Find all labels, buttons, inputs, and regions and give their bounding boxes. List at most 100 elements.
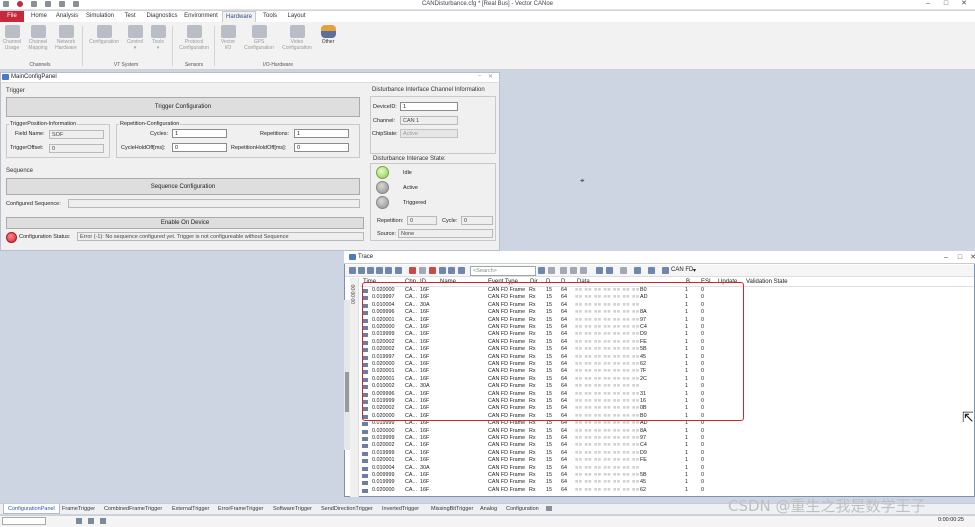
table-row[interactable]: 0.019999 CA... 16F CAN FD Frame Rx 15 64 ■■ ■■ … — [362, 420, 974, 427]
cell-chn: CA... — [405, 479, 417, 486]
repetition-holdoff-input[interactable]: 0 — [294, 143, 349, 152]
tab-analysis[interactable]: Analysis — [53, 11, 81, 22]
tab-menu-icon[interactable] — [546, 506, 552, 511]
channel-label: Channel: — [373, 118, 396, 124]
columns-icon[interactable] — [606, 267, 613, 274]
other-button[interactable]: Other — [318, 25, 338, 45]
tab-tools[interactable]: Tools — [259, 11, 281, 22]
status-icon[interactable] — [76, 518, 82, 524]
cycles-input[interactable]: 1 — [172, 129, 227, 138]
table-row[interactable]: 0.019999 CA... 16F CAN FD Frame Rx 15 64 ■■ ■■ … — [362, 479, 974, 486]
trace-abs-icon[interactable] — [439, 267, 446, 274]
gps-configuration-button[interactable]: GPS Configuration — [242, 25, 276, 51]
close-button[interactable]: ✕ — [957, 0, 971, 8]
vt-tools-button[interactable]: Tools ▾ — [148, 25, 168, 51]
tab-diagnostics[interactable]: Diagnostics — [144, 11, 180, 22]
control-button[interactable]: Control ▾ — [124, 25, 146, 51]
scrollbar-thumb[interactable] — [345, 372, 349, 412]
cell-dir: Rx — [529, 427, 536, 434]
trace-pause-icon[interactable] — [385, 267, 392, 274]
tab-home[interactable]: Home — [28, 11, 50, 22]
trigger-offset-field[interactable]: 0 — [49, 144, 104, 153]
trace-close-button[interactable]: ✕ — [966, 254, 975, 262]
cell-brs: 1 — [685, 464, 688, 471]
trace-chrono-icon[interactable] — [358, 267, 365, 274]
font-icon[interactable] — [634, 267, 641, 274]
search-icon[interactable] — [538, 267, 545, 274]
tab-test[interactable]: Test — [120, 11, 140, 22]
trace-minimize-button[interactable]: – — [939, 254, 953, 262]
trace-search-input[interactable]: <Search> — [470, 266, 536, 276]
channel-mapping-button[interactable]: Channel Mapping — [26, 25, 50, 51]
table-row[interactable]: 0.010004 CA... 30A CAN FD Frame Rx 15 64 ■■ ■■ … — [362, 465, 974, 472]
maximize-button[interactable]: □ — [939, 0, 953, 8]
tab-software-trigger[interactable]: SoftwareTrigger — [269, 504, 316, 514]
tab-error-frame-trigger[interactable]: ErrorFrameTrigger — [214, 504, 267, 514]
table-row[interactable]: 0.020001 CA... 16F CAN FD Frame Rx 15 64 ■■ ■■ … — [362, 457, 974, 464]
marker-icon[interactable] — [580, 267, 587, 274]
trace-mode-icon[interactable] — [349, 267, 356, 274]
chevron-down-icon[interactable]: ▾ — [693, 267, 696, 274]
tab-configuration-panel[interactable]: ConfigurationPanel — [3, 504, 60, 514]
tab-environment[interactable]: Environment — [183, 11, 219, 22]
repetitions-input[interactable]: 1 — [294, 129, 349, 138]
trace-detail-icon[interactable] — [458, 267, 465, 274]
trace-scrollbar[interactable] — [344, 300, 350, 450]
minimize-button[interactable]: – — [921, 0, 935, 8]
trace-filter-icon[interactable] — [376, 267, 383, 274]
network-hardware-button[interactable]: Network Hardware — [53, 25, 79, 51]
table-row[interactable]: 0.019999 CA... 16F CAN FD Frame Rx 15 64 ■■ ■■ … — [362, 450, 974, 457]
cycle-holdoff-input[interactable]: 0 — [172, 143, 227, 152]
trace-log-icon[interactable] — [419, 267, 426, 274]
status-icon[interactable] — [100, 518, 106, 524]
table-row[interactable]: 0.009999 CA... 16F CAN FD Frame Rx 15 64 ■■ ■■ … — [362, 472, 974, 479]
trace-clear-icon[interactable] — [409, 267, 416, 274]
tab-simulation[interactable]: Simulation — [84, 11, 116, 22]
tab-hardware[interactable]: Hardware — [222, 11, 256, 22]
layout-icon[interactable] — [596, 267, 603, 274]
vector-io-button[interactable]: Vector I/O — [217, 25, 239, 51]
export-icon[interactable] — [620, 267, 627, 274]
trace-fixed-icon[interactable] — [367, 267, 374, 274]
tab-external-trigger[interactable]: ExternalTrigger — [168, 504, 213, 514]
nav-forward-icon[interactable] — [570, 267, 577, 274]
trigger-configuration-button[interactable]: Trigger Configuration — [6, 97, 360, 117]
status-icon[interactable] — [88, 518, 94, 524]
field-name-field[interactable]: SOF — [49, 130, 104, 139]
col-validation-state[interactable]: Validation State — [746, 279, 788, 285]
tab-configuration[interactable]: Configuration — [502, 504, 543, 514]
nav-back-icon[interactable] — [560, 267, 567, 274]
trace-maximize-button[interactable]: □ — [953, 254, 967, 262]
tab-combined-frame-trigger[interactable]: CombinedFrameTrigger — [100, 504, 166, 514]
tab-send-direction-trigger[interactable]: SendDirectionTrigger — [317, 504, 377, 514]
vt-configuration-button[interactable]: Configuration — [86, 25, 122, 45]
table-row[interactable]: 0.020002 CA... 16F CAN FD Frame Rx 15 64 ■■ ■■ … — [362, 442, 974, 449]
channel-usage-button[interactable]: Channel Usage — [1, 25, 23, 51]
can-fd-filter-label[interactable]: CAN FD — [671, 267, 693, 273]
configured-sequence-field[interactable] — [68, 199, 360, 208]
table-row[interactable]: 0.020000 CA... 16F CAN FD Frame Rx 15 64 ■■ ■■ … — [362, 487, 974, 494]
tab-missing-bit-trigger[interactable]: MissingBitTrigger — [427, 504, 477, 514]
tab-analog[interactable]: Analog — [476, 504, 501, 514]
tab-inverted-trigger[interactable]: InvertedTrigger — [378, 504, 423, 514]
device-id-input[interactable]: 1 — [400, 102, 458, 111]
window-icon[interactable] — [648, 267, 655, 274]
enable-on-device-button[interactable]: Enable On Device — [6, 217, 364, 229]
tab-frame-trigger[interactable]: FrameTrigger — [58, 504, 99, 514]
table-row[interactable]: 0.020000 CA... 16F CAN FD Frame Rx 15 64 ■■ ■■ … — [362, 428, 974, 435]
sequence-configuration-button[interactable]: Sequence Configuration — [6, 178, 360, 195]
cell-id: 16F — [420, 420, 430, 427]
panel-close-button[interactable]: ✕ — [488, 73, 493, 80]
panel-minimize-button[interactable]: – — [478, 73, 481, 79]
protocol-configuration-button[interactable]: Protocol Configuration — [176, 25, 212, 51]
trace-find-icon[interactable] — [395, 267, 402, 274]
table-row[interactable]: 0.019999 CA... 16F CAN FD Frame Rx 15 64 ■■ ■■ … — [362, 435, 974, 442]
search-options-icon[interactable] — [548, 267, 555, 274]
video-configuration-button[interactable]: Video Configuration — [280, 25, 314, 51]
tab-file[interactable]: File — [0, 11, 24, 22]
trace-rel-icon[interactable] — [448, 267, 455, 274]
tab-layout[interactable]: Layout — [284, 11, 309, 22]
trace-stop-icon[interactable] — [429, 267, 436, 274]
can-fd-filter-icon[interactable] — [662, 267, 669, 274]
message-icon — [362, 437, 368, 441]
